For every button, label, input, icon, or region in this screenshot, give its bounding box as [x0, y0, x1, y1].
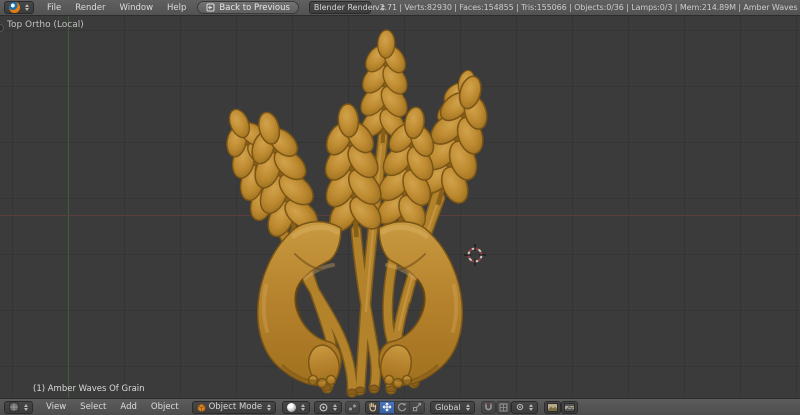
mode-dropdown[interactable]: Object Mode [191, 400, 277, 414]
snap-target-icon [516, 403, 523, 411]
render-engine-dropdown[interactable]: Blender Render [308, 1, 385, 14]
back-to-previous-button[interactable]: Back to Previous [197, 1, 299, 14]
menu-render[interactable]: Render [68, 3, 112, 13]
manipulator-toggle-button[interactable] [365, 400, 380, 414]
manipulate-center-points-toggle[interactable] [345, 400, 361, 414]
snap-toggle-button[interactable] [480, 400, 496, 414]
transform-orientation-dropdown[interactable]: Global [430, 400, 475, 414]
back-screen-icon [206, 3, 215, 12]
menu-window[interactable]: Window [113, 3, 161, 13]
updown-arrows-icon [267, 403, 272, 411]
menu-add[interactable]: Add [113, 402, 143, 412]
menu-select[interactable]: Select [73, 402, 113, 412]
updown-arrows-icon [465, 403, 470, 411]
cursor-3d [464, 244, 486, 266]
updown-arrows-icon [25, 4, 29, 11]
menu-object[interactable]: Object [144, 402, 186, 412]
editor-type-button-3dview[interactable] [4, 400, 33, 414]
menu-help[interactable]: Help [160, 3, 193, 13]
viewport-header: View Select Add Object Object Mode Globa… [0, 398, 800, 415]
info-header: File Render Window Help Back to Previous… [0, 0, 800, 16]
wheat-arms-model [0, 16, 800, 398]
object-mode-cube-icon [197, 403, 205, 412]
magnet-icon [484, 403, 492, 411]
render-movie-icon [563, 402, 575, 412]
snap-target-dropdown[interactable] [510, 400, 538, 414]
manipulator-translate-button[interactable] [379, 400, 395, 414]
center-points-icon [349, 404, 357, 410]
updown-arrows-icon [24, 403, 28, 411]
manipulator-rotate-button[interactable] [394, 400, 410, 414]
manipulator-scale-button[interactable] [409, 400, 426, 414]
shading-sphere-icon [287, 402, 297, 412]
view-mode-label: Top Ortho (Local) [7, 20, 84, 30]
hand-icon [369, 402, 377, 412]
editor-type-button-info[interactable] [4, 1, 34, 14]
translate-arrows-icon [382, 402, 392, 412]
scale-arrow-icon [413, 402, 422, 412]
scene-stats: v2.71 | Verts:82930 | Faces:154855 | Tri… [374, 3, 800, 12]
editor-3dview-icon [9, 402, 19, 412]
snap-element-button[interactable] [495, 400, 511, 414]
manipulator-group [365, 400, 426, 414]
pivot-center-icon [319, 403, 328, 411]
viewport-shading-dropdown[interactable] [282, 400, 311, 414]
updown-arrows-icon [301, 403, 306, 411]
render-photo-icon [546, 402, 558, 412]
rotate-arc-icon [398, 403, 407, 412]
wheat-heads [206, 29, 507, 247]
opengl-render-anim-button[interactable] [560, 400, 578, 414]
snap-grid-icon [499, 403, 508, 411]
updown-arrows-icon [528, 403, 533, 411]
viewport-3d[interactable]: Top Ortho (Local) (1) Amber Waves Of Gra… [0, 16, 800, 398]
menu-view[interactable]: View [39, 402, 73, 412]
pivot-point-dropdown[interactable] [314, 400, 343, 414]
menu-file[interactable]: File [40, 3, 68, 13]
blender-logo-icon [9, 2, 20, 13]
active-object-label: (1) Amber Waves Of Grain [33, 384, 145, 394]
opengl-render-still-button[interactable] [543, 400, 561, 414]
updown-arrows-icon [333, 403, 338, 411]
